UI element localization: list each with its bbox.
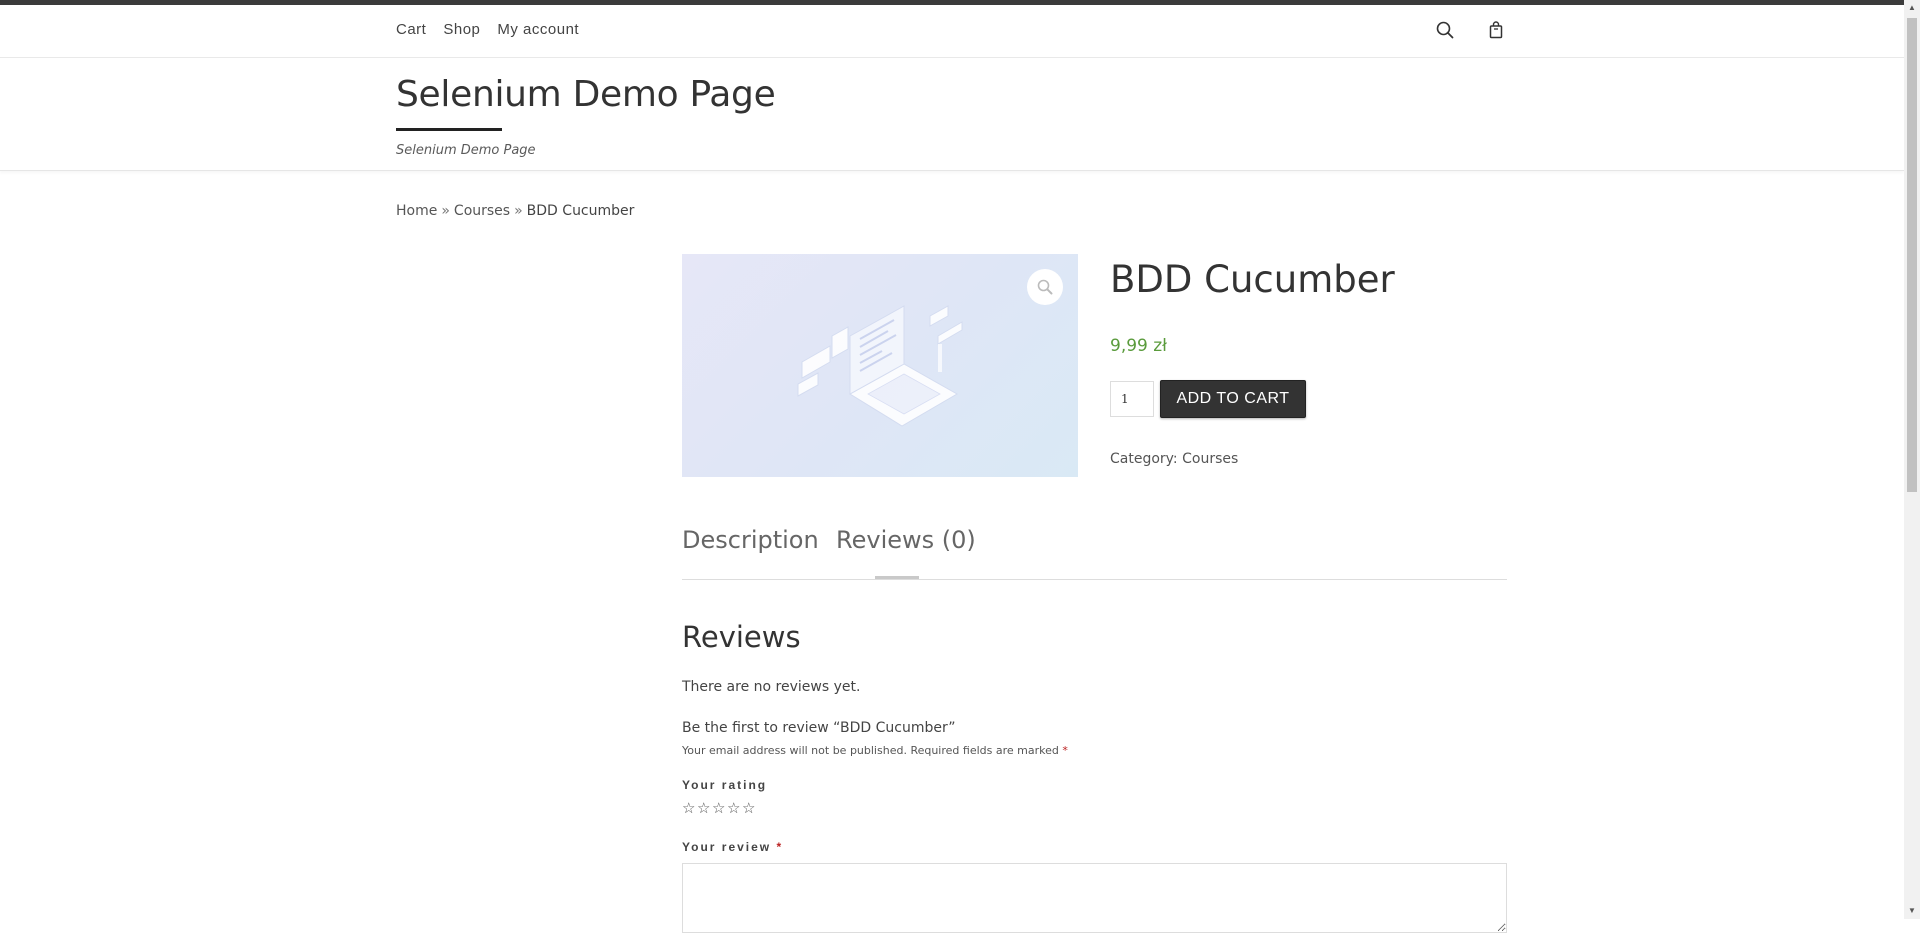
nav-my-account-link[interactable]: My account <box>497 21 579 38</box>
breadcrumb-current: BDD Cucumber <box>526 203 635 219</box>
breadcrumb-separator: » <box>441 203 450 219</box>
top-navigation: Cart Shop My account <box>0 5 1904 58</box>
product-image[interactable] <box>682 254 1078 477</box>
star-icon[interactable]: ☆ <box>742 799 757 817</box>
star-icon[interactable]: ☆ <box>682 799 697 817</box>
rating-label: Your rating <box>682 778 768 792</box>
required-mark: * <box>776 840 784 854</box>
star-icon[interactable]: ☆ <box>712 799 727 817</box>
nav-shop-link[interactable]: Shop <box>443 21 480 38</box>
breadcrumb: Home» Courses» BDD Cucumber <box>396 203 634 219</box>
top-menu: Cart Shop My account <box>396 21 579 38</box>
product-price: 9,99 zł <box>1110 336 1168 356</box>
site-header: Selenium Demo Page Selenium Demo Page <box>0 58 1904 171</box>
required-mark: * <box>1062 744 1068 757</box>
breadcrumb-courses-link[interactable]: Courses <box>454 203 510 219</box>
review-label: Your review * <box>682 840 783 854</box>
star-icon[interactable]: ☆ <box>727 799 742 817</box>
quantity-input[interactable] <box>1110 381 1154 417</box>
shopping-bag-icon[interactable] <box>1486 20 1506 40</box>
product-tabs: Description Reviews (0) <box>682 526 1507 580</box>
add-to-cart-button[interactable]: ADD TO CART <box>1160 380 1306 418</box>
search-icon[interactable] <box>1435 20 1455 40</box>
no-reviews-text: There are no reviews yet. <box>682 679 861 695</box>
site-tagline: Selenium Demo Page <box>396 143 536 158</box>
review-label-text: Your review <box>682 840 772 854</box>
nav-cart-link[interactable]: Cart <box>396 21 426 38</box>
breadcrumb-home-link[interactable]: Home <box>396 203 437 219</box>
category-label: Category: <box>1110 451 1178 467</box>
product-title: BDD Cucumber <box>1110 258 1395 301</box>
tab-reviews[interactable]: Reviews (0) <box>836 526 976 554</box>
title-underline <box>396 128 502 131</box>
scroll-up-arrow-icon[interactable]: ▲ <box>1904 0 1920 16</box>
reviews-heading: Reviews <box>682 620 801 654</box>
product-category: Category: Courses <box>1110 451 1238 467</box>
tab-description[interactable]: Description <box>682 526 819 554</box>
review-textarea[interactable] <box>682 863 1507 933</box>
comment-notes: Your email address will not be published… <box>682 744 1068 757</box>
zoom-icon[interactable] <box>1027 269 1063 305</box>
category-link[interactable]: Courses <box>1182 451 1238 467</box>
star-rating: ☆ ☆ ☆ ☆ ☆ <box>682 799 757 817</box>
site-title[interactable]: Selenium Demo Page <box>396 74 776 115</box>
star-icon[interactable]: ☆ <box>697 799 712 817</box>
breadcrumb-separator: » <box>514 203 523 219</box>
first-review-prompt: Be the first to review “BDD Cucumber” <box>682 720 956 736</box>
scrollbar-thumb[interactable] <box>1907 18 1917 492</box>
scroll-down-arrow-icon[interactable]: ▼ <box>1904 903 1920 919</box>
comment-notes-text: Your email address will not be published… <box>682 744 1059 757</box>
active-tab-indicator <box>875 576 919 579</box>
